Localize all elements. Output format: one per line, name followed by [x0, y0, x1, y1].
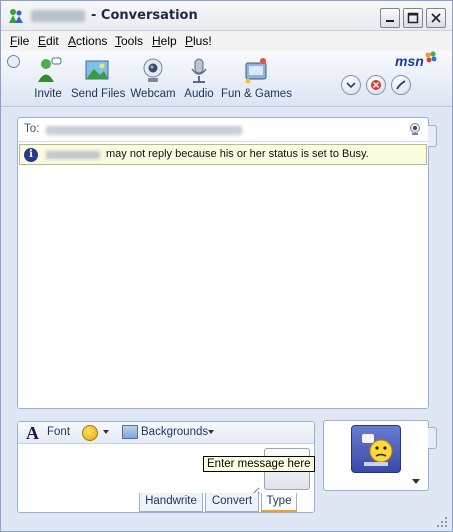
fun-games-label: Fun & Games	[221, 88, 292, 100]
toolbar-options-button[interactable]	[7, 55, 20, 68]
maximize-icon	[407, 12, 419, 24]
emoticon-dropdown-icon[interactable]	[103, 430, 109, 434]
contact-name-redacted	[31, 10, 85, 22]
backgrounds-dropdown-icon[interactable]	[208, 430, 214, 434]
webcam-button[interactable]: Webcam	[130, 55, 176, 100]
recipient-address-redacted	[46, 126, 242, 135]
close-button[interactable]	[426, 8, 446, 28]
expand-picture-panel-tab[interactable]	[428, 427, 437, 449]
window-title: - Conversation	[91, 8, 198, 23]
menu-plus[interactable]: Plus!	[185, 34, 212, 48]
invite-label: Invite	[34, 88, 62, 100]
busy-status-notice: i may not reply because his or her statu…	[19, 144, 427, 165]
tab-type[interactable]: Type	[261, 493, 297, 512]
microphone-icon	[191, 58, 207, 83]
avatar-image	[362, 434, 393, 466]
close-icon	[431, 13, 441, 23]
games-icon	[245, 58, 267, 84]
msn-logo: msn	[395, 53, 424, 69]
notice-text: may not reply because his or her status …	[106, 148, 369, 160]
paintbrush-icon	[396, 80, 406, 90]
chevron-down-icon	[346, 82, 356, 89]
maximize-button[interactable]	[403, 8, 423, 28]
font-label: Font	[47, 426, 71, 438]
tab-handwrite[interactable]: Handwrite	[139, 493, 203, 512]
send-files-button[interactable]: Send Files	[71, 55, 126, 100]
minimize-button[interactable]	[380, 8, 400, 28]
backgrounds-button[interactable]: Backgrounds	[141, 426, 208, 438]
display-picture[interactable]	[351, 425, 401, 473]
audio-button[interactable]: Audio	[183, 55, 215, 100]
send-files-icon	[85, 60, 109, 80]
tab-convert[interactable]: Convert	[205, 493, 259, 512]
info-icon: i	[24, 148, 38, 162]
change-theme-button[interactable]	[391, 75, 411, 95]
backgrounds-label: Backgrounds	[141, 426, 209, 438]
resize-grip-icon[interactable]	[433, 513, 449, 529]
display-picture-panel	[323, 420, 429, 491]
font-button[interactable]: Font	[47, 426, 70, 438]
backgrounds-icon[interactable]	[122, 425, 138, 439]
block-button[interactable]	[366, 75, 386, 95]
menu-file-rest: ile	[17, 34, 30, 48]
conversation-window: - Conversation File Edit Actions Tools H…	[0, 0, 453, 532]
msn-buddy-icon	[9, 9, 23, 23]
menu-actions[interactable]: Actions	[68, 34, 107, 48]
expand-contact-panel-tab[interactable]	[428, 125, 437, 147]
invite-button[interactable]: Invite	[29, 55, 67, 100]
to-row: To:	[18, 118, 428, 142]
webcam-icon	[143, 58, 163, 82]
minimize-icon	[386, 20, 394, 22]
display-options-button[interactable]	[341, 75, 361, 95]
display-picture-dropdown-icon[interactable]	[412, 479, 420, 484]
send-files-label: Send Files	[71, 88, 126, 100]
font-icon[interactable]: A	[26, 423, 39, 444]
menu-help[interactable]: Help	[152, 34, 177, 48]
invite-icon	[38, 57, 62, 82]
menu-bar: File Edit Actions Tools Help Plus!	[1, 31, 452, 51]
menu-tools[interactable]: Tools	[115, 34, 143, 48]
block-icon	[371, 80, 381, 90]
webcam-label: Webcam	[130, 88, 176, 100]
notice-contact-redacted	[46, 151, 100, 159]
menu-edit[interactable]: Edit	[38, 34, 59, 48]
message-tooltip: Enter message here	[203, 456, 315, 472]
audio-label: Audio	[184, 88, 214, 100]
menu-file[interactable]: File	[10, 34, 29, 48]
to-label: To:	[24, 123, 40, 135]
emoticon-icon[interactable]	[82, 425, 98, 441]
contact-card-icon[interactable]	[408, 122, 422, 136]
fun-games-button[interactable]: Fun & Games	[221, 55, 292, 100]
msn-butterfly-icon	[425, 51, 437, 63]
title-bar[interactable]: - Conversation	[1, 1, 452, 31]
formatting-toolbar: A Font Backgrounds	[18, 422, 314, 444]
